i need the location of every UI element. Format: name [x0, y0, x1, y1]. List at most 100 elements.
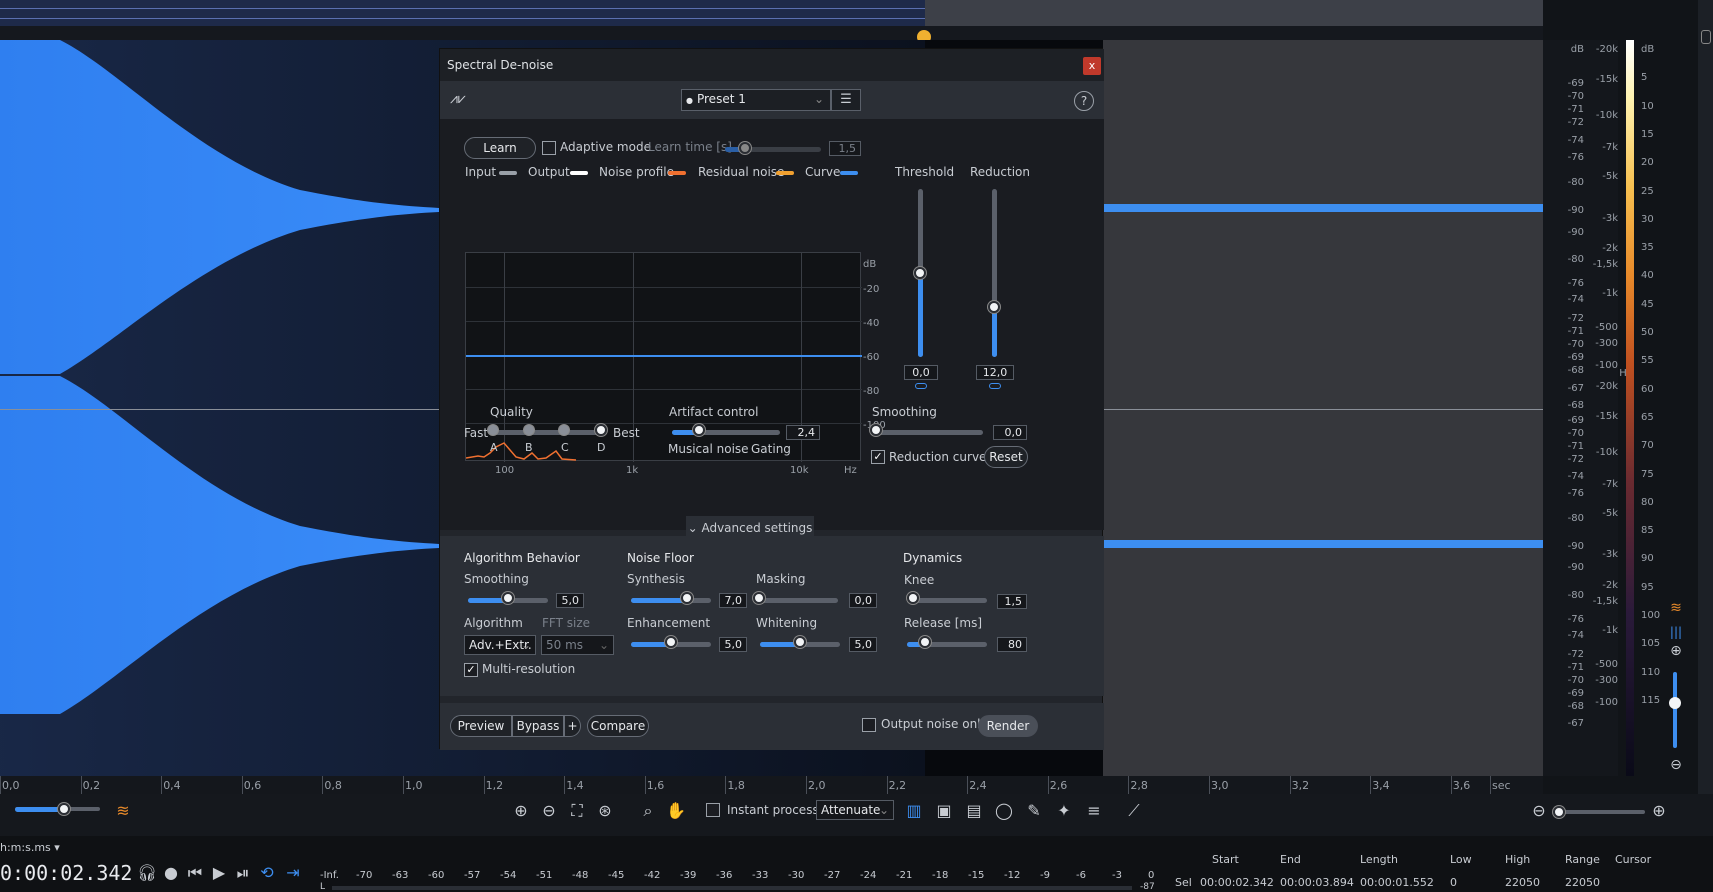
output-noise-only-checkbox[interactable] [862, 718, 876, 732]
freq-selection-icon[interactable]: ▣ [933, 800, 955, 822]
masking-value[interactable]: 0,0 [849, 593, 877, 608]
synthesis-slider[interactable] [631, 598, 711, 603]
threshold-value[interactable]: 0,0 [904, 365, 938, 380]
reduction-value[interactable]: 12,0 [976, 365, 1014, 380]
artifact-control-knob[interactable] [693, 424, 705, 436]
zoom-out-icon[interactable]: ⊖ [538, 800, 560, 822]
knee-slider[interactable] [907, 598, 987, 603]
smoothing-slider[interactable] [875, 430, 983, 435]
headphones-icon[interactable]: 🎧︎ [136, 862, 158, 884]
high-value[interactable]: 22050 [1505, 876, 1540, 889]
time-ruler[interactable]: 0,0 0,2 0,4 0,6 0,8 1,0 1,2 1,4 1,6 1,8 2,0 2,2 2,4 2… [0, 776, 1543, 794]
magic-wand-icon[interactable]: ✦ [1053, 800, 1075, 822]
play-icon[interactable]: ▶ [208, 862, 230, 884]
zoom-out-vertical-icon[interactable]: ⊖ [1665, 757, 1687, 779]
skip-back-icon[interactable]: ⏮ [184, 862, 206, 884]
vertical-zoom-knob[interactable] [1669, 697, 1681, 709]
zoom-in-horizontal-icon[interactable]: ⊕ [1648, 800, 1670, 822]
spectrogram-mode-icon[interactable]: ≋ [1665, 600, 1687, 622]
release-knob[interactable] [919, 636, 931, 648]
release-value[interactable]: 80 [997, 637, 1027, 652]
render-button[interactable]: Render [978, 715, 1038, 737]
overview-bar[interactable] [0, 0, 1543, 26]
waveform-mode-icon[interactable]: ||| [1665, 625, 1687, 639]
quality-knob[interactable] [595, 424, 607, 436]
zoom-in-icon[interactable]: ⊕ [510, 800, 532, 822]
reset-button[interactable]: Reset [984, 446, 1028, 468]
threshold-link-icon[interactable] [915, 383, 927, 389]
start-value[interactable]: 00:00:02.342 [1200, 876, 1274, 889]
help-button[interactable]: ? [1074, 91, 1094, 111]
masking-slider[interactable] [758, 598, 838, 603]
follow-playhead-icon[interactable]: ⇥ [282, 862, 304, 884]
artifact-control-value[interactable]: 2,4 [786, 425, 820, 440]
reduction-knob[interactable] [988, 300, 1000, 313]
lasso-icon[interactable]: ◯ [993, 800, 1015, 822]
algorithm-select[interactable]: Adv.+Extr. ⌄ [464, 635, 536, 655]
whitening-value[interactable]: 5,0 [849, 637, 877, 652]
length-value[interactable]: 00:00:01.552 [1360, 876, 1434, 889]
synthesis-value[interactable]: 7,0 [719, 593, 747, 608]
zoom-in-vertical-icon[interactable]: ⊕ [1665, 643, 1687, 665]
gain-envelope-icon[interactable]: ⟋ [1123, 800, 1145, 822]
fft-size-select[interactable]: 50 ms ⌄ [541, 635, 614, 655]
artifact-control-slider[interactable] [672, 430, 780, 435]
learn-time-knob[interactable] [739, 142, 751, 154]
legend-input-swatch[interactable] [499, 171, 517, 175]
enhancement-value[interactable]: 5,0 [719, 637, 747, 652]
preset-menu-button[interactable]: ☰ [831, 89, 861, 111]
time-selection-icon[interactable]: ▥ [903, 800, 925, 822]
horizontal-zoom-knob[interactable] [58, 803, 70, 815]
time-freq-selection-icon[interactable]: ▤ [963, 800, 985, 822]
preset-select[interactable]: ● Preset 1 ⌄ [681, 89, 831, 111]
preview-button[interactable]: Preview [450, 715, 512, 737]
add-compare-button[interactable]: + [564, 715, 581, 737]
learn-time-value[interactable]: 1,5 [829, 141, 861, 156]
right-side-panel[interactable] [1698, 0, 1713, 892]
synthesis-knob[interactable] [681, 592, 693, 604]
legend-residual-noise-swatch[interactable] [776, 171, 794, 175]
instant-process-checkbox[interactable] [706, 803, 720, 817]
zoom-knob-right[interactable] [1553, 806, 1565, 818]
dialog-titlebar[interactable]: Spectral De-noise [440, 49, 1104, 81]
quality-step-b[interactable] [524, 425, 534, 435]
reduction-link-icon[interactable] [989, 383, 1001, 389]
ab-smoothing-value[interactable]: 5,0 [556, 593, 584, 608]
compare-button[interactable]: Compare [587, 715, 649, 737]
end-value[interactable]: 00:00:03.894 [1280, 876, 1354, 889]
quality-step-c[interactable] [559, 425, 569, 435]
vertical-zoom-slider[interactable] [1673, 672, 1677, 748]
harmonics-icon[interactable]: ≡ [1083, 800, 1105, 822]
selection-region-right[interactable] [1103, 40, 1543, 776]
horizontal-zoom-slider-right[interactable] [1555, 810, 1645, 815]
brush-icon[interactable]: ✎ [1023, 800, 1045, 822]
enhancement-knob[interactable] [665, 636, 677, 648]
smoothing-knob[interactable] [870, 424, 882, 436]
zoom-full-icon[interactable]: ⊛ [594, 800, 616, 822]
hand-icon[interactable]: ✋ [665, 800, 687, 822]
low-value[interactable]: 0 [1450, 876, 1457, 889]
knee-value[interactable]: 1,5 [997, 594, 1027, 609]
range-value[interactable]: 22050 [1565, 876, 1600, 889]
panel-toggle-icon[interactable] [1701, 30, 1711, 44]
whitening-knob[interactable] [794, 636, 806, 648]
knee-knob[interactable] [907, 592, 919, 604]
play-selection-icon[interactable]: ⏯ [232, 862, 254, 884]
zoom-selection-icon[interactable]: ⛶ [566, 800, 588, 822]
reduction-curve-checkbox[interactable]: ✓ [871, 450, 885, 464]
adaptive-mode-checkbox[interactable] [542, 141, 556, 155]
reduction-slider[interactable] [992, 189, 997, 357]
legend-noise-profile-swatch[interactable] [668, 171, 686, 175]
legend-curve-swatch[interactable] [840, 171, 858, 175]
threshold-knob[interactable] [914, 267, 926, 279]
masking-knob[interactable] [753, 592, 765, 604]
ab-smoothing-knob[interactable] [502, 592, 514, 604]
time-format-select[interactable]: h:m:s.ms ▾ [0, 841, 60, 854]
spectrum-icon[interactable]: ≋ [112, 800, 134, 822]
multi-resolution-checkbox[interactable]: ✓ [464, 663, 478, 677]
smoothing-value[interactable]: 0,0 [993, 425, 1027, 440]
quality-slider[interactable] [493, 430, 603, 435]
magnify-icon[interactable]: ⌕ [637, 800, 659, 822]
loop-icon[interactable]: ⟲ [256, 862, 278, 884]
record-icon[interactable]: ● [160, 862, 182, 884]
